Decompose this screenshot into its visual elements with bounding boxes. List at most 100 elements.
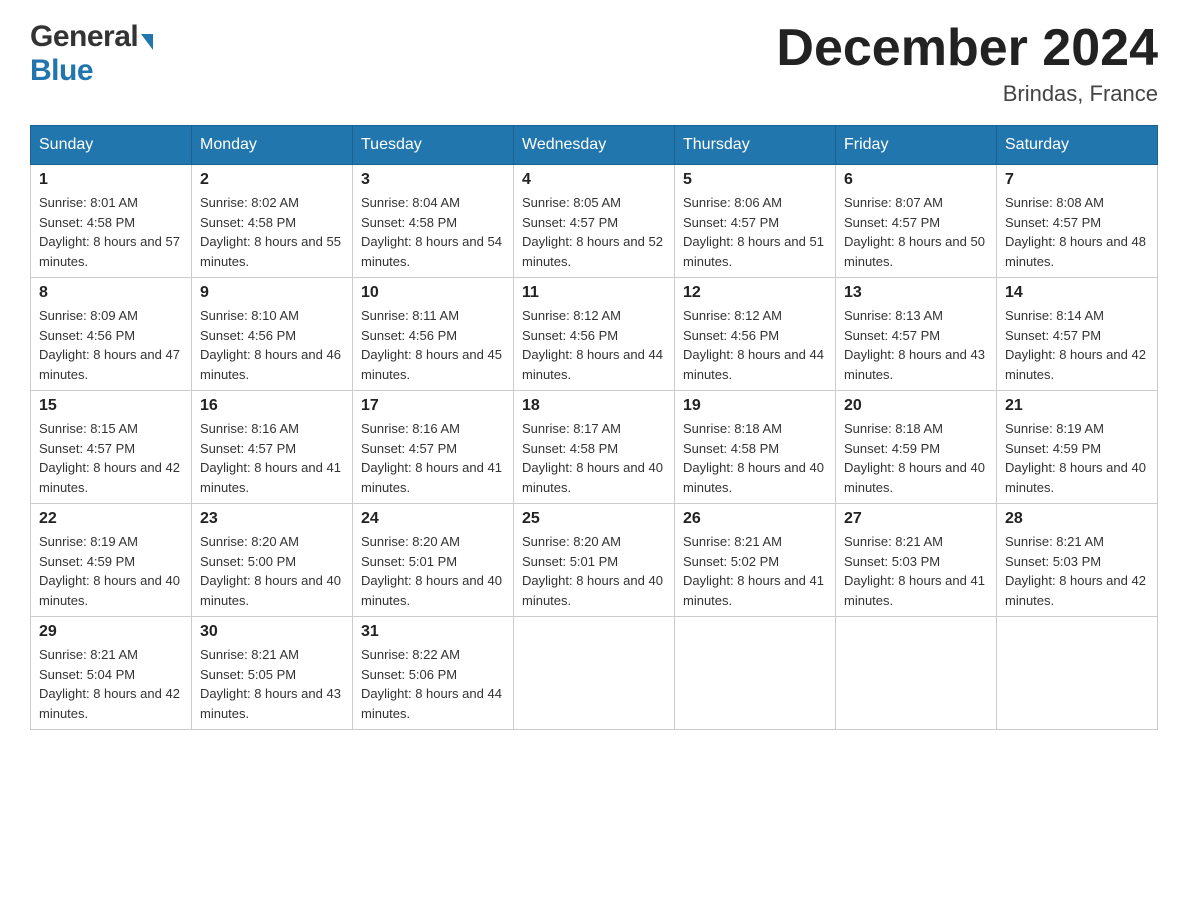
sunset-label: Sunset: 5:01 PM [522, 554, 618, 569]
sunrise-label: Sunrise: 8:21 AM [39, 647, 138, 662]
calendar-cell: 5 Sunrise: 8:06 AM Sunset: 4:57 PM Dayli… [675, 165, 836, 278]
calendar-cell: 18 Sunrise: 8:17 AM Sunset: 4:58 PM Dayl… [514, 391, 675, 504]
sunrise-label: Sunrise: 8:21 AM [844, 534, 943, 549]
calendar-cell: 2 Sunrise: 8:02 AM Sunset: 4:58 PM Dayli… [192, 165, 353, 278]
day-info: Sunrise: 8:21 AM Sunset: 5:05 PM Dayligh… [200, 645, 344, 723]
location-text: Brindas, France [776, 81, 1158, 107]
calendar-cell: 12 Sunrise: 8:12 AM Sunset: 4:56 PM Dayl… [675, 278, 836, 391]
day-info: Sunrise: 8:19 AM Sunset: 4:59 PM Dayligh… [1005, 419, 1149, 497]
calendar-table: SundayMondayTuesdayWednesdayThursdayFrid… [30, 125, 1158, 730]
day-info: Sunrise: 8:08 AM Sunset: 4:57 PM Dayligh… [1005, 193, 1149, 271]
day-number: 18 [522, 397, 666, 415]
day-number: 11 [522, 284, 666, 302]
day-number: 24 [361, 510, 505, 528]
sunset-label: Sunset: 4:57 PM [844, 328, 940, 343]
sunrise-label: Sunrise: 8:08 AM [1005, 195, 1104, 210]
sunrise-label: Sunrise: 8:20 AM [361, 534, 460, 549]
sunset-label: Sunset: 5:03 PM [844, 554, 940, 569]
logo-general-text: General [30, 20, 138, 54]
sunset-label: Sunset: 5:03 PM [1005, 554, 1101, 569]
day-info: Sunrise: 8:12 AM Sunset: 4:56 PM Dayligh… [522, 306, 666, 384]
daylight-label: Daylight: 8 hours and 42 minutes. [39, 460, 180, 495]
day-number: 25 [522, 510, 666, 528]
column-header-monday: Monday [192, 126, 353, 165]
day-info: Sunrise: 8:20 AM Sunset: 5:01 PM Dayligh… [361, 532, 505, 610]
sunrise-label: Sunrise: 8:09 AM [39, 308, 138, 323]
calendar-cell [514, 617, 675, 730]
sunset-label: Sunset: 4:58 PM [522, 441, 618, 456]
calendar-week-row: 22 Sunrise: 8:19 AM Sunset: 4:59 PM Dayl… [31, 504, 1158, 617]
sunset-label: Sunset: 4:56 PM [522, 328, 618, 343]
daylight-label: Daylight: 8 hours and 50 minutes. [844, 234, 985, 269]
logo-blue-text: Blue [30, 54, 93, 87]
daylight-label: Daylight: 8 hours and 40 minutes. [1005, 460, 1146, 495]
sunset-label: Sunset: 5:02 PM [683, 554, 779, 569]
day-info: Sunrise: 8:16 AM Sunset: 4:57 PM Dayligh… [200, 419, 344, 497]
calendar-cell: 21 Sunrise: 8:19 AM Sunset: 4:59 PM Dayl… [997, 391, 1158, 504]
logo-triangle-icon [141, 34, 153, 50]
day-info: Sunrise: 8:20 AM Sunset: 5:00 PM Dayligh… [200, 532, 344, 610]
day-number: 4 [522, 171, 666, 189]
calendar-week-row: 15 Sunrise: 8:15 AM Sunset: 4:57 PM Dayl… [31, 391, 1158, 504]
sunset-label: Sunset: 4:57 PM [522, 215, 618, 230]
daylight-label: Daylight: 8 hours and 54 minutes. [361, 234, 502, 269]
daylight-label: Daylight: 8 hours and 41 minutes. [683, 573, 824, 608]
calendar-header-row: SundayMondayTuesdayWednesdayThursdayFrid… [31, 126, 1158, 165]
daylight-label: Daylight: 8 hours and 57 minutes. [39, 234, 180, 269]
calendar-cell: 13 Sunrise: 8:13 AM Sunset: 4:57 PM Dayl… [836, 278, 997, 391]
calendar-cell: 30 Sunrise: 8:21 AM Sunset: 5:05 PM Dayl… [192, 617, 353, 730]
daylight-label: Daylight: 8 hours and 40 minutes. [522, 460, 663, 495]
day-number: 12 [683, 284, 827, 302]
sunrise-label: Sunrise: 8:15 AM [39, 421, 138, 436]
sunrise-label: Sunrise: 8:12 AM [683, 308, 782, 323]
calendar-cell: 23 Sunrise: 8:20 AM Sunset: 5:00 PM Dayl… [192, 504, 353, 617]
day-info: Sunrise: 8:09 AM Sunset: 4:56 PM Dayligh… [39, 306, 183, 384]
day-number: 16 [200, 397, 344, 415]
calendar-cell: 8 Sunrise: 8:09 AM Sunset: 4:56 PM Dayli… [31, 278, 192, 391]
day-number: 22 [39, 510, 183, 528]
sunrise-label: Sunrise: 8:16 AM [361, 421, 460, 436]
calendar-cell: 10 Sunrise: 8:11 AM Sunset: 4:56 PM Dayl… [353, 278, 514, 391]
day-info: Sunrise: 8:15 AM Sunset: 4:57 PM Dayligh… [39, 419, 183, 497]
sunrise-label: Sunrise: 8:18 AM [844, 421, 943, 436]
calendar-cell: 22 Sunrise: 8:19 AM Sunset: 4:59 PM Dayl… [31, 504, 192, 617]
sunset-label: Sunset: 4:58 PM [39, 215, 135, 230]
calendar-cell: 27 Sunrise: 8:21 AM Sunset: 5:03 PM Dayl… [836, 504, 997, 617]
daylight-label: Daylight: 8 hours and 40 minutes. [39, 573, 180, 608]
day-info: Sunrise: 8:02 AM Sunset: 4:58 PM Dayligh… [200, 193, 344, 271]
calendar-week-row: 1 Sunrise: 8:01 AM Sunset: 4:58 PM Dayli… [31, 165, 1158, 278]
day-number: 1 [39, 171, 183, 189]
calendar-cell [997, 617, 1158, 730]
calendar-cell: 24 Sunrise: 8:20 AM Sunset: 5:01 PM Dayl… [353, 504, 514, 617]
sunset-label: Sunset: 4:58 PM [683, 441, 779, 456]
sunrise-label: Sunrise: 8:01 AM [39, 195, 138, 210]
calendar-cell: 16 Sunrise: 8:16 AM Sunset: 4:57 PM Dayl… [192, 391, 353, 504]
calendar-cell: 1 Sunrise: 8:01 AM Sunset: 4:58 PM Dayli… [31, 165, 192, 278]
day-number: 30 [200, 623, 344, 641]
sunset-label: Sunset: 4:56 PM [200, 328, 296, 343]
sunset-label: Sunset: 4:59 PM [39, 554, 135, 569]
day-info: Sunrise: 8:01 AM Sunset: 4:58 PM Dayligh… [39, 193, 183, 271]
calendar-cell: 28 Sunrise: 8:21 AM Sunset: 5:03 PM Dayl… [997, 504, 1158, 617]
day-info: Sunrise: 8:20 AM Sunset: 5:01 PM Dayligh… [522, 532, 666, 610]
day-number: 7 [1005, 171, 1149, 189]
day-number: 26 [683, 510, 827, 528]
daylight-label: Daylight: 8 hours and 44 minutes. [361, 686, 502, 721]
day-number: 14 [1005, 284, 1149, 302]
calendar-cell: 6 Sunrise: 8:07 AM Sunset: 4:57 PM Dayli… [836, 165, 997, 278]
day-info: Sunrise: 8:10 AM Sunset: 4:56 PM Dayligh… [200, 306, 344, 384]
sunrise-label: Sunrise: 8:14 AM [1005, 308, 1104, 323]
daylight-label: Daylight: 8 hours and 41 minutes. [200, 460, 341, 495]
sunset-label: Sunset: 5:06 PM [361, 667, 457, 682]
sunrise-label: Sunrise: 8:20 AM [522, 534, 621, 549]
calendar-cell: 15 Sunrise: 8:15 AM Sunset: 4:57 PM Dayl… [31, 391, 192, 504]
day-number: 20 [844, 397, 988, 415]
daylight-label: Daylight: 8 hours and 46 minutes. [200, 347, 341, 382]
sunrise-label: Sunrise: 8:21 AM [200, 647, 299, 662]
day-number: 5 [683, 171, 827, 189]
sunset-label: Sunset: 4:56 PM [39, 328, 135, 343]
calendar-cell: 9 Sunrise: 8:10 AM Sunset: 4:56 PM Dayli… [192, 278, 353, 391]
daylight-label: Daylight: 8 hours and 40 minutes. [683, 460, 824, 495]
day-number: 10 [361, 284, 505, 302]
day-number: 27 [844, 510, 988, 528]
